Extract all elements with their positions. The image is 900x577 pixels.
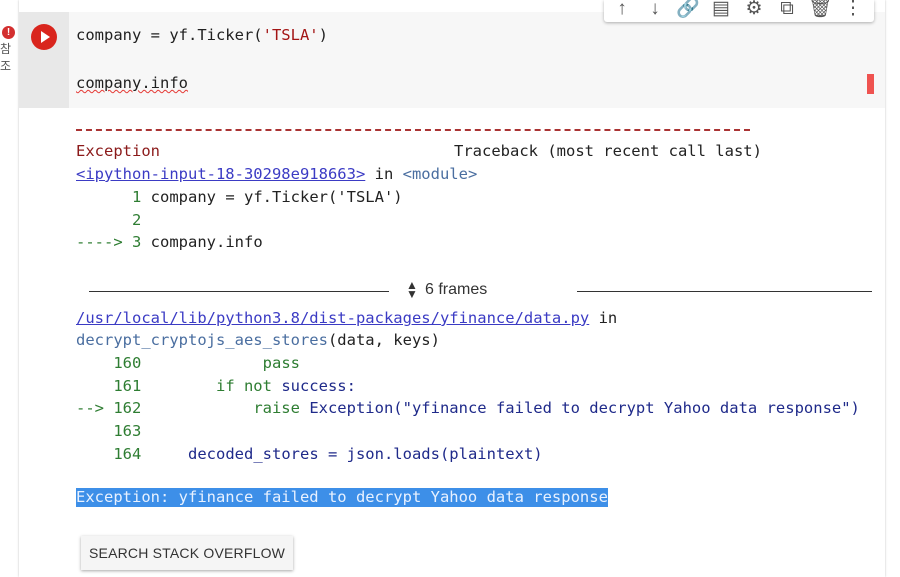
traceback-line: 160 pass — [76, 354, 300, 372]
code-text: ) — [318, 26, 328, 44]
line-arrow — [76, 354, 113, 372]
keyword: raise — [253, 399, 300, 417]
code-line[interactable]: company.info — [76, 74, 188, 92]
divider — [89, 291, 389, 292]
traceback-location: <ipython-input-18-30298e918663> in <modu… — [76, 165, 477, 183]
cell-toolbar: ↑ ↓ 🔗 ▤ ⚙ ⧉ 🗑 ⋮ — [604, 0, 874, 22]
trash-icon[interactable]: 🗑 — [808, 0, 832, 22]
code-cell[interactable]: company = yf.Ticker('TSLA') company.info… — [19, 0, 885, 577]
comment-icon[interactable]: ▤ — [709, 0, 733, 22]
code-string: 'TSLA' — [262, 26, 319, 44]
function-args: (data, keys) — [327, 331, 440, 349]
arrow-down-icon[interactable]: ↓ — [643, 0, 667, 22]
file-path-link[interactable]: /usr/local/lib/python3.8/dist-packages/y… — [76, 309, 589, 327]
keyword: if not — [215, 377, 272, 395]
exception-name: Exception — [76, 142, 160, 160]
line-code: company.info — [141, 233, 263, 251]
in-word: in — [589, 309, 627, 327]
traceback-line: 161 if not success: — [76, 377, 356, 395]
line-code: Exception("yfinance failed to decrypt Ya… — [299, 399, 860, 417]
line-arrow: ----> — [76, 233, 132, 251]
link-icon[interactable]: 🔗 — [676, 0, 700, 22]
traceback-line: 1 company = yf.Ticker('TSLA') — [76, 188, 403, 206]
line-number: 3 — [132, 233, 142, 251]
line-number: 161 — [113, 377, 142, 395]
frames-toggle[interactable]: ▲ ▼ 6 frames — [405, 278, 488, 301]
traceback-title: Traceback (most recent call last) — [454, 142, 762, 160]
line-number: 160 — [113, 354, 142, 372]
keyword: pass — [262, 354, 300, 372]
mirror-cell-icon[interactable]: ⧉ — [775, 0, 799, 22]
exception-message: Exception: yfinance failed to decrypt Ya… — [76, 488, 608, 507]
line-number: 2 — [132, 211, 142, 229]
line-arrow — [76, 422, 113, 440]
traceback-line: 2 — [76, 211, 141, 229]
line-code: company = yf.Ticker('TSLA') — [141, 188, 403, 206]
module-name: <module> — [402, 165, 478, 183]
line-number: 162 — [113, 399, 142, 417]
line-code: success: — [271, 377, 356, 395]
in-word: in — [365, 165, 403, 183]
more-vert-icon[interactable]: ⋮ — [841, 0, 865, 22]
function-name: decrypt_cryptojs_aes_stores — [76, 331, 328, 349]
file-location: /usr/local/lib/python3.8/dist-packages/y… — [76, 309, 627, 327]
code-line[interactable]: company = yf.Ticker('TSLA') — [76, 26, 328, 44]
traceback-header: Exception Traceback (most recent call las… — [76, 142, 762, 160]
code-text: company.info — [76, 74, 188, 92]
line-arrow: --> — [76, 399, 114, 417]
line-code: decoded_stores = json.loads(plaintext) — [188, 445, 543, 463]
line-number: 1 — [132, 188, 142, 206]
line-arrow — [76, 211, 132, 229]
separator-line — [76, 129, 750, 131]
line-arrow — [76, 377, 113, 395]
function-signature: decrypt_cryptojs_aes_stores(data, keys) — [76, 331, 440, 349]
line-arrow — [76, 445, 113, 463]
frames-label: 6 frames — [425, 281, 488, 299]
search-stack-overflow-button[interactable]: SEARCH STACK OVERFLOW — [81, 536, 294, 570]
left-gutter: ! 참조 — [0, 0, 19, 577]
run-gutter — [19, 12, 69, 108]
line-arrow — [76, 188, 132, 206]
ipython-input-link[interactable]: <ipython-input-18-30298e918663> — [76, 165, 365, 183]
arrow-up-icon[interactable]: ↑ — [610, 0, 634, 22]
line-number: 163 — [113, 422, 142, 440]
divider — [577, 291, 872, 292]
frames-toggle-row: ▲ ▼ 6 frames — [89, 278, 872, 303]
code-editor[interactable]: company = yf.Ticker('TSLA') company.info — [19, 12, 885, 108]
gear-icon[interactable]: ⚙ — [742, 0, 766, 22]
side-label: 참조 — [0, 42, 12, 73]
scroll-marker — [867, 74, 874, 94]
traceback-line: --> 162 raise Exception("yfinance failed… — [76, 399, 860, 417]
code-text: company = yf.Ticker( — [76, 26, 263, 44]
traceback-line: ----> 3 company.info — [76, 233, 263, 251]
traceback-line: 163 — [76, 422, 141, 440]
line-number: 164 — [113, 445, 142, 463]
traceback-line: 164 decoded_stores = json.loads(plaintex… — [76, 445, 543, 463]
run-cell-button[interactable] — [31, 24, 57, 50]
expand-chevron-icon: ▲ ▼ — [406, 278, 418, 301]
error-icon: ! — [2, 26, 15, 39]
